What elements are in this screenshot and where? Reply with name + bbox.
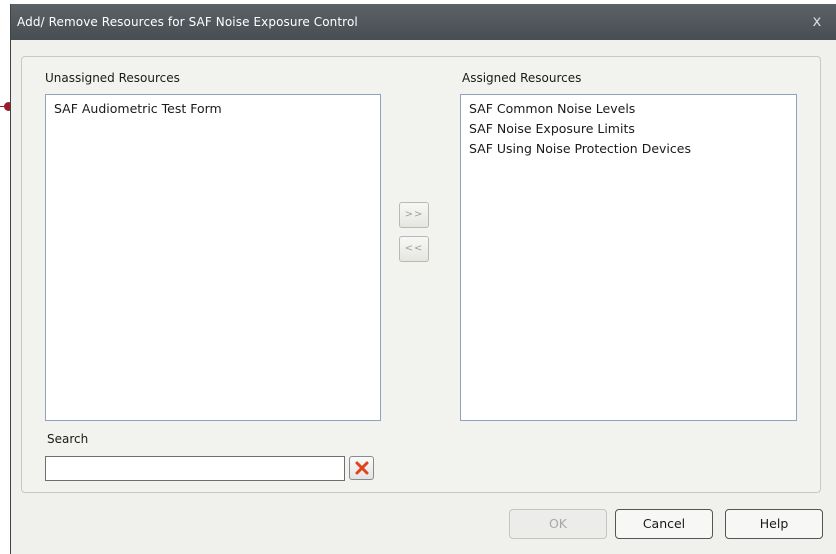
resources-dialog: Add/ Remove Resources for SAF Noise Expo… — [10, 4, 836, 554]
help-button[interactable]: Help — [725, 509, 823, 539]
list-item[interactable]: SAF Audiometric Test Form — [46, 99, 380, 119]
ok-button[interactable]: OK — [509, 509, 607, 539]
unassigned-label: Unassigned Resources — [45, 71, 180, 85]
cancel-button[interactable]: Cancel — [615, 509, 713, 539]
title-bar: Add/ Remove Resources for SAF Noise Expo… — [11, 4, 836, 40]
list-item[interactable]: SAF Using Noise Protection Devices — [461, 139, 796, 159]
unassigned-list[interactable]: SAF Audiometric Test Form — [45, 94, 381, 421]
add-resource-button[interactable]: >> — [399, 202, 429, 228]
assigned-list[interactable]: SAF Common Noise Levels SAF Noise Exposu… — [460, 94, 797, 421]
red-x-icon — [355, 461, 369, 475]
list-item[interactable]: SAF Noise Exposure Limits — [461, 119, 796, 139]
remove-resource-button[interactable]: << — [399, 236, 429, 262]
dialog-title: Add/ Remove Resources for SAF Noise Expo… — [17, 15, 358, 29]
search-label: Search — [47, 432, 89, 446]
clear-search-button[interactable] — [349, 456, 374, 480]
search-input[interactable] — [45, 456, 345, 481]
close-icon[interactable]: x — [808, 11, 826, 31]
list-item[interactable]: SAF Common Noise Levels — [461, 99, 796, 119]
assigned-label: Assigned Resources — [462, 71, 582, 85]
resources-group: Unassigned Resources SAF Audiometric Tes… — [21, 56, 821, 493]
